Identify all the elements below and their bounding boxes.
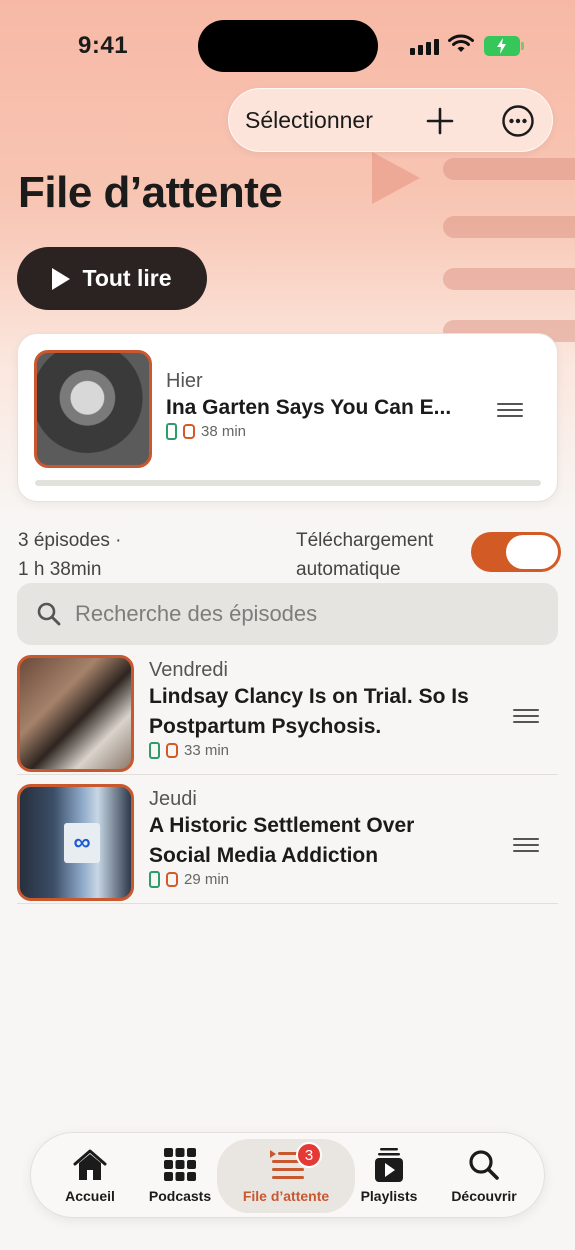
status-bar: 9:41 [0, 0, 575, 90]
auto-download-toggle[interactable] [471, 532, 561, 572]
tab-label: Accueil [65, 1188, 115, 1204]
play-all-label: Tout lire [82, 265, 172, 291]
episode-title-line1: Lindsay Clancy Is on Trial. So Is [149, 685, 469, 708]
status-time: 9:41 [78, 32, 129, 59]
watch-icon [166, 743, 178, 758]
tab-label: Découvrir [451, 1188, 517, 1204]
home-icon [73, 1149, 107, 1180]
tab-label: Playlists [360, 1188, 418, 1204]
playback-progress-bar[interactable] [35, 480, 541, 486]
tab-home[interactable]: Accueil [45, 1133, 135, 1219]
total-duration: 1 h 38min [18, 559, 102, 580]
search-bar[interactable] [17, 583, 558, 645]
episode-duration: 33 min [184, 742, 230, 759]
reorder-handle-icon[interactable] [513, 838, 539, 856]
queue-summary: 3 épisodes · 1 h 38min [18, 526, 122, 584]
tab-podcasts[interactable]: Podcasts [135, 1133, 225, 1219]
play-all-button[interactable]: Tout lire [17, 247, 207, 310]
cellular-signal-icon [410, 37, 439, 55]
episode-date: Hier [166, 370, 203, 392]
episode-date: Jeudi [149, 788, 197, 810]
grid-icon [164, 1148, 196, 1181]
episode-duration: 38 min [201, 423, 247, 440]
playlist-icon [375, 1148, 403, 1182]
tab-playlists[interactable]: Playlists [347, 1133, 431, 1219]
episode-artwork [17, 655, 134, 772]
phone-icon [166, 423, 177, 440]
episode-date: Vendredi [149, 659, 228, 681]
episode-row[interactable]: Vendredi Lindsay Clancy Is on Trial. So … [17, 655, 558, 775]
queue-icon: 3 [266, 1142, 322, 1182]
phone-icon [149, 742, 160, 759]
meta-logo-icon: ∞ [64, 823, 100, 863]
search-input[interactable] [75, 601, 515, 627]
tab-discover[interactable]: Découvrir [439, 1133, 529, 1219]
tab-bar: Accueil Podcasts 3 File d’attente Playli… [30, 1132, 545, 1218]
dynamic-island [198, 20, 378, 72]
episode-title-line2: Social Media Addiction [149, 844, 379, 867]
episode-title: Ina Garten Says You Can E... [166, 396, 452, 419]
auto-download-label: Téléchargement automatique [296, 526, 433, 584]
battery-charging-icon [484, 36, 524, 56]
episode-artwork [34, 350, 152, 468]
tab-label: Podcasts [148, 1188, 212, 1204]
auto-download-label-line2: automatique [296, 559, 401, 580]
tab-label: File d’attente [242, 1188, 330, 1204]
page-title: File d’attente [18, 168, 283, 217]
wifi-icon [448, 34, 474, 52]
phone-icon [149, 871, 160, 888]
queue-count-badge: 3 [296, 1142, 322, 1168]
tab-queue[interactable]: 3 File d’attente [217, 1139, 355, 1213]
episode-duration: 29 min [184, 871, 230, 888]
episode-artwork: ∞ [17, 784, 134, 901]
queue-illustration [372, 150, 575, 350]
add-icon[interactable] [425, 106, 455, 136]
more-options-icon[interactable] [501, 104, 535, 138]
select-button[interactable]: Sélectionner [245, 107, 373, 134]
search-icon [37, 602, 61, 626]
play-icon [52, 267, 71, 290]
episode-title-line2: Postpartum Psychosis. [149, 715, 382, 738]
watch-icon [166, 872, 178, 887]
auto-download-label-line1: Téléchargement [296, 530, 434, 551]
watch-icon [183, 424, 195, 439]
search-icon [469, 1150, 499, 1180]
top-actions-pill: Sélectionner [228, 88, 553, 152]
episode-title-line1: A Historic Settlement Over [149, 814, 415, 837]
now-playing-card[interactable]: Hier Ina Garten Says You Can E... 38 min [17, 333, 558, 502]
episode-count: 3 épisodes · [18, 530, 122, 551]
episode-row[interactable]: ∞ Jeudi A Historic Settlement Over Socia… [17, 784, 558, 904]
reorder-handle-icon[interactable] [497, 403, 523, 421]
reorder-handle-icon[interactable] [513, 709, 539, 727]
